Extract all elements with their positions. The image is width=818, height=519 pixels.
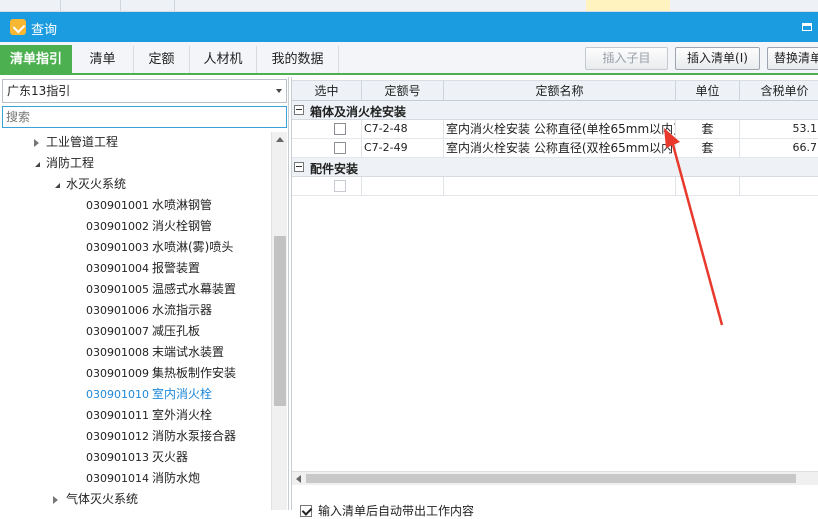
col-unit[interactable]: 单位 (676, 81, 740, 101)
cell-name (444, 177, 676, 195)
expand-icon[interactable] (34, 139, 39, 147)
scroll-left-icon[interactable] (296, 475, 301, 483)
row-select-checkbox[interactable] (334, 142, 346, 154)
group-row[interactable]: 箱体及消火栓安装 (292, 101, 818, 120)
expand-icon[interactable] (53, 496, 58, 504)
scroll-up-icon[interactable] (276, 137, 284, 142)
tab-quota[interactable]: 定额 (134, 46, 190, 73)
table-row[interactable] (292, 177, 818, 196)
cell-price (740, 177, 818, 195)
quota-grid-panel: 选中 定额号 定额名称 单位 含税单价 箱体及消火栓安装 C7-2-48 室内消… (291, 77, 818, 518)
col-quota-name[interactable]: 定额名称 (444, 81, 676, 101)
background-app-strip (0, 0, 818, 12)
cell-code (362, 177, 444, 195)
row-select-checkbox[interactable] (334, 123, 346, 135)
scrollbar-thumb[interactable] (306, 474, 796, 483)
app-icon (10, 19, 26, 35)
insert-child-button[interactable]: 插入子目 (585, 47, 668, 70)
col-select[interactable]: 选中 (292, 81, 362, 101)
guide-tree: 工业管道工程 消防工程 水灭火系统 030901001 水喷淋钢管 0309010… (0, 132, 270, 510)
group-row[interactable]: 配件安装 (292, 158, 818, 177)
tree-search-input[interactable] (2, 106, 287, 128)
tab-my-data[interactable]: 我的数据 (257, 46, 339, 73)
col-tax-price[interactable]: 含税单价 (740, 81, 818, 101)
row-select-checkbox[interactable] (334, 180, 346, 192)
auto-work-content-option[interactable]: 输入清单后自动带出工作内容 (300, 502, 474, 519)
tab-list-guide[interactable]: 清单指引 (0, 45, 72, 75)
chevron-down-icon[interactable] (276, 89, 282, 93)
insert-list-button[interactable]: 插入清单(I) (675, 47, 760, 70)
auto-work-content-label: 输入清单后自动带出工作内容 (318, 504, 475, 518)
cell-unit: 套 (676, 120, 740, 138)
window-title: 查询 (31, 23, 58, 38)
window-title-bar: 查询 (0, 12, 818, 42)
cell-name: 室内消火栓安装 公称直径(单栓65mm以内) (446, 120, 676, 138)
group-title: 配件安装 (310, 162, 359, 176)
collapse-group-icon[interactable] (294, 105, 304, 115)
replace-list-button[interactable]: 替换清单 (767, 47, 818, 70)
tab-labor-material-machine[interactable]: 人材机 (190, 46, 257, 73)
guide-tree-panel: 广东13指引 工业管道工程 消防工程 水灭火系统 030901001水喷淋钢管 … (0, 77, 289, 510)
guide-select-value: 广东13指引 (7, 84, 71, 98)
scrollbar-thumb[interactable] (274, 236, 286, 406)
tab-list[interactable]: 清单 (72, 46, 134, 73)
cell-price: 66.7 (740, 139, 818, 157)
restore-window-icon[interactable] (802, 23, 812, 31)
collapse-group-icon[interactable] (294, 162, 304, 172)
grid-horizontal-scrollbar[interactable] (292, 471, 818, 485)
tree-vertical-scrollbar[interactable] (271, 132, 287, 510)
cell-name: 室内消火栓安装 公称直径(双栓65mm以内) (446, 139, 676, 157)
cell-price: 53.1 (740, 120, 818, 138)
grid-header: 选中 定额号 定额名称 单位 含税单价 (292, 80, 818, 101)
guide-select[interactable]: 广东13指引 (2, 79, 287, 103)
collapse-icon[interactable] (50, 183, 60, 188)
cell-unit (676, 177, 740, 195)
cell-code: C7-2-48 (362, 120, 444, 138)
collapse-icon[interactable] (30, 162, 40, 167)
table-row[interactable]: C7-2-48 室内消火栓安装 公称直径(单栓65mm以内) 套 53.1 (292, 120, 818, 139)
auto-work-content-checkbox[interactable] (300, 505, 312, 517)
col-quota-code[interactable]: 定额号 (362, 81, 444, 101)
tab-bar: 清单指引 清单 定额 人材机 我的数据 插入子目 插入清单(I) 替换清单 (0, 42, 818, 75)
cell-code: C7-2-49 (362, 139, 444, 157)
cell-unit: 套 (676, 139, 740, 157)
table-row[interactable]: C7-2-49 室内消火栓安装 公称直径(双栓65mm以内) 套 66.7 (292, 139, 818, 158)
group-title: 箱体及消火栓安装 (310, 105, 407, 119)
